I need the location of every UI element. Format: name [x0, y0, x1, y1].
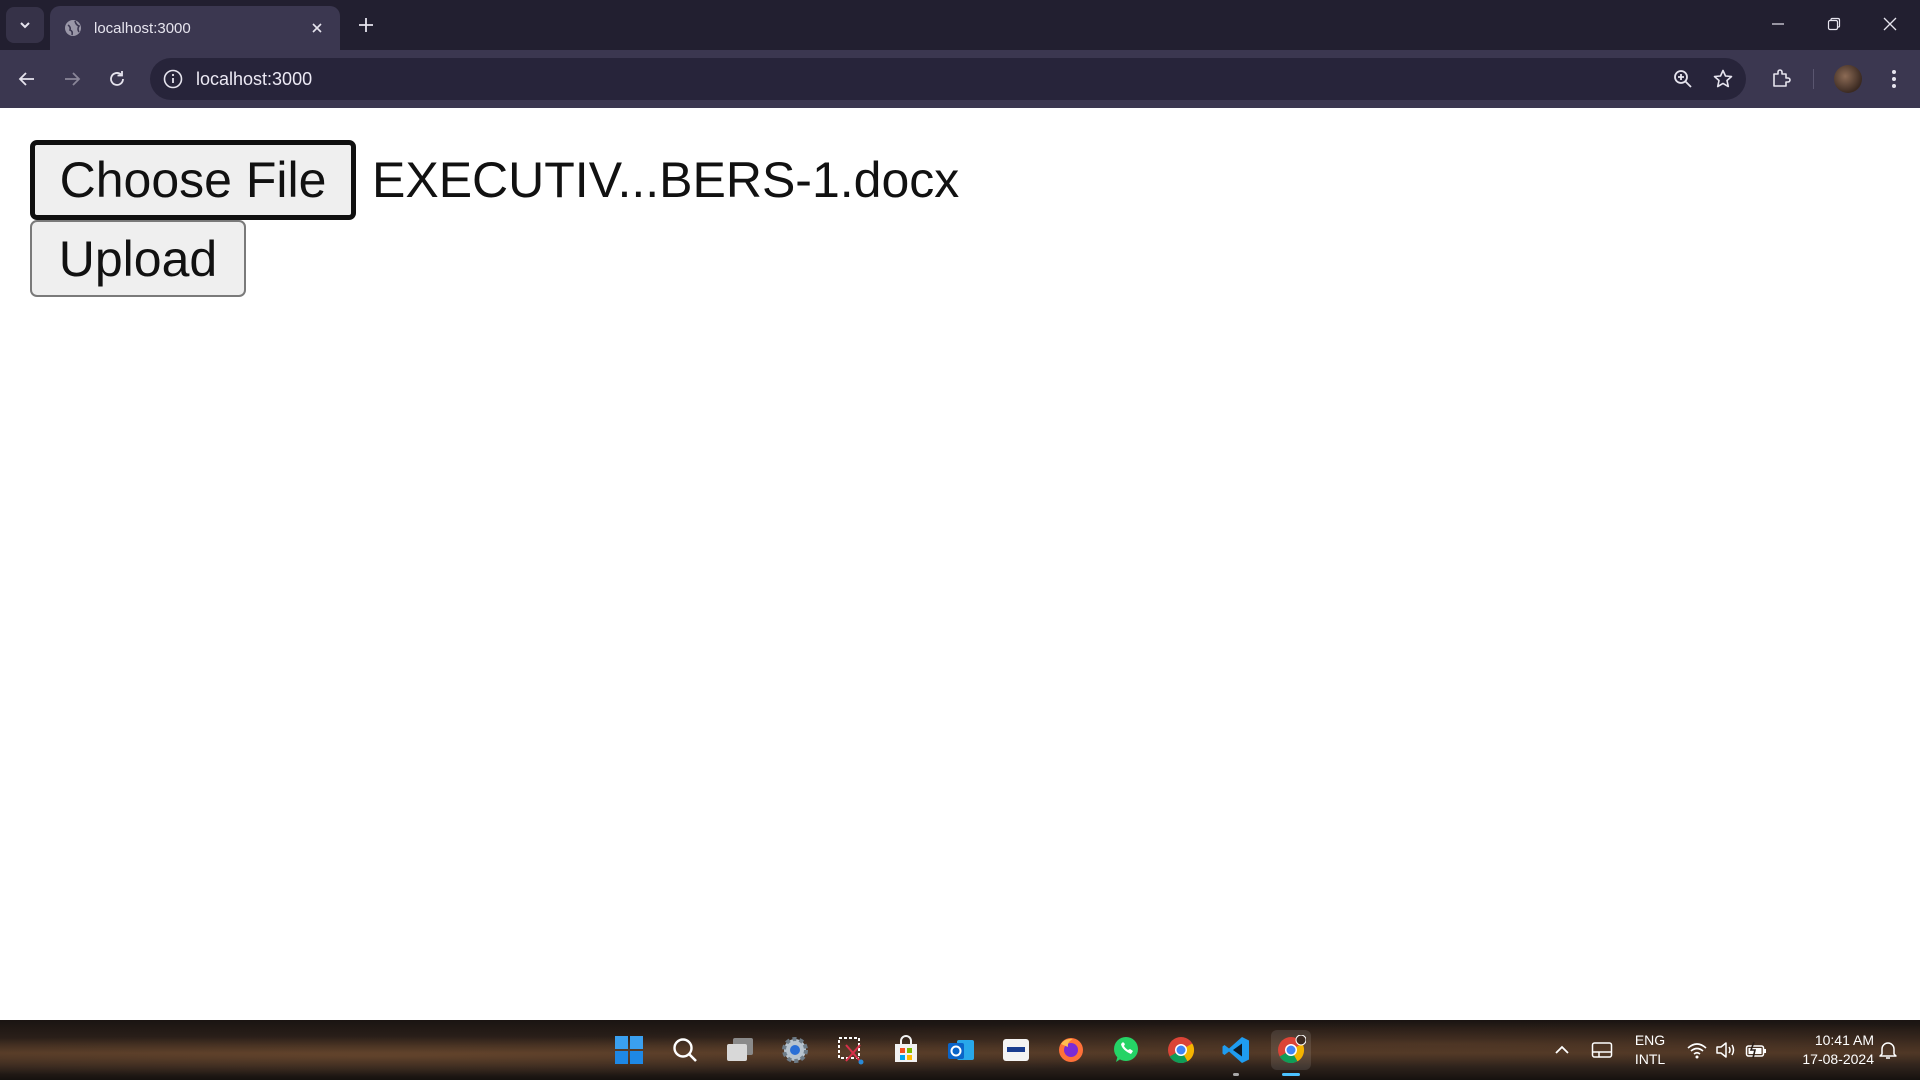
- file-input[interactable]: Choose File EXECUTIV...BERS-1.docx: [30, 140, 959, 220]
- arrow-left-icon: [18, 72, 34, 86]
- show-hidden-icons-button[interactable]: [1550, 1038, 1574, 1062]
- clock-date: 17-08-2024: [1802, 1051, 1874, 1067]
- toolbar-divider: [1813, 69, 1814, 89]
- clock[interactable]: 10:41 AM 17-08-2024: [1780, 1031, 1874, 1069]
- page-content: Choose File EXECUTIV...BERS-1.docx Uploa…: [0, 108, 1920, 1020]
- keyboard-icon: [1591, 1042, 1613, 1058]
- battery-charging-icon: [1745, 1041, 1766, 1059]
- chrome-profile-app[interactable]: [1271, 1030, 1311, 1076]
- extensions-button[interactable]: [1765, 63, 1797, 95]
- start-button[interactable]: [609, 1030, 649, 1070]
- bell-icon: [1879, 1042, 1897, 1059]
- close-tab-icon[interactable]: [306, 17, 328, 39]
- puzzle-icon: [1773, 69, 1791, 87]
- close-window-button[interactable]: [1862, 0, 1918, 48]
- input-language[interactable]: ENG INTL: [1628, 1031, 1672, 1069]
- taskbar-app[interactable]: [996, 1030, 1036, 1070]
- search-icon: [673, 1038, 697, 1062]
- windows-taskbar: ENG INTL 10:41 AM 17-08-2024: [0, 1020, 1920, 1080]
- store-app[interactable]: [886, 1030, 926, 1070]
- notifications-button[interactable]: [1876, 1038, 1900, 1062]
- chrome-profile-icon: [1278, 1035, 1306, 1064]
- windows-start-icon: [615, 1036, 643, 1064]
- taskbar-search-button[interactable]: [665, 1030, 705, 1070]
- minimize-button[interactable]: [1750, 0, 1806, 48]
- new-tab-button[interactable]: [352, 11, 380, 39]
- address-bar[interactable]: localhost:3000: [150, 58, 1746, 100]
- arrow-right-icon: [65, 72, 81, 86]
- site-info-icon[interactable]: [162, 68, 184, 90]
- chevron-down-icon: [20, 22, 30, 29]
- reload-icon: [110, 71, 124, 86]
- app-icon: [1003, 1039, 1029, 1061]
- vscode-icon: [1222, 1037, 1249, 1063]
- chrome-icon: [1168, 1037, 1195, 1064]
- firefox-icon: [1059, 1038, 1083, 1062]
- task-view-icon: [727, 1038, 753, 1061]
- tab-title: localhost:3000: [94, 19, 191, 37]
- running-indicator: [1233, 1073, 1239, 1076]
- tab-strip: localhost:3000: [0, 0, 1920, 50]
- restore-button[interactable]: [1806, 0, 1862, 48]
- whatsapp-app[interactable]: [1106, 1030, 1146, 1070]
- settings-icon: [782, 1037, 808, 1063]
- choose-file-button[interactable]: Choose File: [30, 140, 356, 220]
- vscode-app[interactable]: [1216, 1030, 1256, 1076]
- tab-search-button[interactable]: [6, 7, 44, 43]
- active-indicator: [1282, 1073, 1300, 1076]
- outlook-icon: [948, 1040, 974, 1060]
- battery-button[interactable]: [1744, 1038, 1768, 1062]
- globe-icon: [64, 19, 82, 37]
- browser-tab[interactable]: localhost:3000: [50, 6, 340, 50]
- whatsapp-icon: [1114, 1037, 1138, 1062]
- upload-button[interactable]: Upload: [30, 220, 246, 297]
- plus-icon: [359, 18, 373, 32]
- profile-avatar[interactable]: [1834, 65, 1862, 93]
- task-view-button[interactable]: [720, 1030, 760, 1070]
- restore-icon: [1827, 17, 1841, 31]
- chrome-app[interactable]: [1161, 1030, 1201, 1070]
- firefox-app[interactable]: [1051, 1030, 1091, 1070]
- kebab-menu-icon: [1892, 70, 1896, 88]
- store-icon: [895, 1035, 917, 1062]
- back-button[interactable]: [11, 63, 43, 95]
- snipping-tool-icon: [838, 1037, 864, 1065]
- language-label: ENG: [1634, 1032, 1666, 1048]
- menu-button[interactable]: [1878, 63, 1910, 95]
- keyboard-layout-label: INTL: [1634, 1051, 1666, 1067]
- bookmark-star-icon[interactable]: [1706, 62, 1740, 96]
- wifi-icon: [1687, 1043, 1707, 1059]
- snipping-tool-app[interactable]: [831, 1030, 871, 1070]
- clock-time: 10:41 AM: [1814, 1032, 1874, 1048]
- browser-toolbar: localhost:3000: [0, 50, 1920, 108]
- forward-button[interactable]: [56, 63, 88, 95]
- reload-button[interactable]: [101, 63, 133, 95]
- zoom-icon[interactable]: [1666, 62, 1700, 96]
- network-button[interactable]: [1685, 1038, 1709, 1062]
- touch-keyboard-button[interactable]: [1590, 1038, 1614, 1062]
- minimize-icon: [1772, 23, 1784, 25]
- settings-app[interactable]: [775, 1030, 815, 1070]
- close-icon: [1883, 17, 1897, 31]
- speaker-icon: [1716, 1042, 1735, 1058]
- url-text: localhost:3000: [196, 68, 313, 89]
- selected-file-name: EXECUTIV...BERS-1.docx: [372, 152, 960, 208]
- volume-button[interactable]: [1714, 1038, 1738, 1062]
- outlook-app[interactable]: [941, 1030, 981, 1070]
- chevron-up-icon: [1555, 1045, 1569, 1054]
